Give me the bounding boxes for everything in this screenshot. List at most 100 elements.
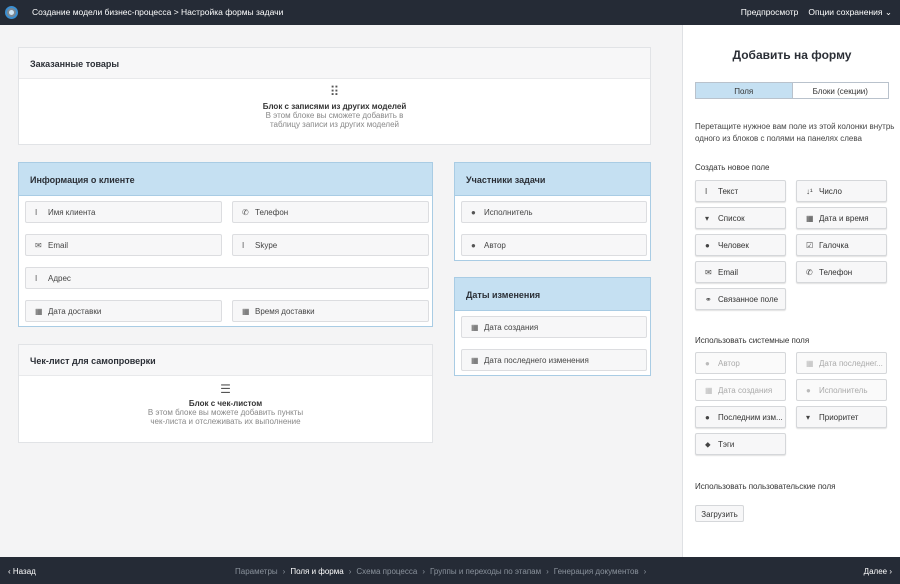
button-label: Текст: [718, 187, 739, 196]
field-label: Исполнитель: [484, 208, 533, 217]
field-created-date[interactable]: ▦ Дата создания: [461, 316, 647, 338]
button-label: Email: [718, 268, 739, 277]
field-assignee[interactable]: ● Исполнитель: [461, 201, 647, 223]
wizard-steps: Параметры › Поля и форма › Схема процесса ›…: [235, 567, 651, 576]
calendar-icon: ▦: [471, 356, 479, 365]
button-label: Исполнитель: [819, 386, 868, 395]
chevron-right-icon: ›: [643, 567, 647, 576]
calendar-icon: ▦: [806, 214, 814, 223]
system-field-last-modified-date: ▦ Дата последнег...: [796, 352, 887, 374]
field-label: Дата доставки: [48, 307, 102, 316]
button-label: Список: [718, 214, 745, 223]
field-skype[interactable]: Ι Skype: [232, 234, 429, 256]
block-desc: таблицу записи из других моделей: [269, 120, 399, 129]
button-label: Связанное поле: [718, 295, 779, 304]
text-cursor-icon: Ι: [705, 187, 708, 196]
step-parameters[interactable]: Параметры: [235, 567, 278, 576]
checkbox-icon: ☑: [806, 241, 814, 250]
field-delivery-time[interactable]: ▦ Время доставки: [232, 300, 429, 322]
calendar-icon: ▦: [35, 307, 43, 316]
chevron-down-icon: ⌄: [884, 7, 892, 17]
app-logo-icon[interactable]: [5, 6, 18, 19]
button-label: Дата создания: [718, 386, 773, 395]
button-label: Человек: [718, 241, 749, 250]
load-button[interactable]: Загрузить: [695, 505, 744, 522]
tab-blocks[interactable]: Блоки (секции): [793, 83, 889, 98]
list-icon: ☰: [220, 382, 231, 396]
back-label: Назад: [12, 567, 36, 576]
button-label: Галочка: [819, 241, 849, 250]
panel-title: Чек-лист для самопроверки: [19, 345, 432, 376]
button-label: Дата и время: [819, 214, 869, 223]
system-field-priority[interactable]: ▾ Приоритет: [796, 406, 887, 428]
button-label: Телефон: [819, 268, 853, 277]
field-address[interactable]: Ι Адрес: [25, 267, 429, 289]
chevron-left-icon: ‹: [8, 567, 11, 576]
add-phone-field-button[interactable]: ✆ Телефон: [796, 261, 887, 283]
add-number-field-button[interactable]: ↓¹ Число: [796, 180, 887, 202]
back-button[interactable]: ‹ Назад: [8, 567, 36, 576]
button-label: Последним изм...: [718, 413, 783, 422]
button-label: Тэги: [718, 440, 735, 449]
step-fields-and-form[interactable]: Поля и форма: [290, 567, 343, 576]
field-modified-date[interactable]: ▦ Дата последнего изменения: [461, 349, 647, 371]
add-checkbox-field-button[interactable]: ☑ Галочка: [796, 234, 887, 256]
tab-fields[interactable]: Поля: [696, 83, 793, 98]
calendar-icon: ▦: [806, 359, 814, 368]
add-text-field-button[interactable]: Ι Текст: [695, 180, 786, 202]
panel-title: Даты изменения: [455, 278, 650, 311]
panel-ordered-goods[interactable]: Заказанные товары ⠿ Блок с записями из д…: [18, 47, 651, 145]
add-list-field-button[interactable]: ▾ Список: [695, 207, 786, 229]
create-field-label: Создать новое поле: [695, 163, 770, 172]
step-document-generation[interactable]: Генерация документов: [554, 567, 639, 576]
system-field-tags[interactable]: ⬥ Тэги: [695, 433, 786, 455]
grid-icon: ⠿: [329, 84, 340, 99]
field-author[interactable]: ● Автор: [461, 234, 647, 256]
breadcrumb: Создание модели бизнес-процесса > Настро…: [32, 7, 284, 17]
step-process-scheme[interactable]: Схема процесса: [356, 567, 417, 576]
button-label: Дата последнег...: [819, 359, 883, 368]
field-client-name[interactable]: Ι Имя клиента: [25, 201, 222, 223]
add-to-form-panel: Добавить на форму Поля Блоки (секции) Пе…: [682, 25, 900, 557]
person-icon: ●: [705, 359, 710, 368]
system-fields-label: Использовать системные поля: [695, 336, 810, 345]
custom-fields-label: Использовать пользовательские поля: [695, 482, 836, 491]
panel-title: Заказанные товары: [19, 48, 650, 79]
field-label: Адрес: [48, 274, 71, 283]
form-canvas: Заказанные товары ⠿ Блок с записями из д…: [0, 25, 682, 557]
text-cursor-icon: Ι: [242, 241, 245, 250]
calendar-icon: ▦: [705, 386, 713, 395]
calendar-icon: ▦: [471, 323, 479, 332]
button-label: Автор: [718, 359, 740, 368]
calendar-icon: ▦: [242, 307, 250, 316]
block-desc: чек-листа и отслеживать их выполнение: [150, 417, 301, 426]
step-groups-transitions[interactable]: Группы и переходы по этапам: [430, 567, 541, 576]
field-email[interactable]: ✉ Email: [25, 234, 222, 256]
save-options-label: Опции сохранения: [808, 7, 883, 17]
link-icon: ⚭: [705, 295, 712, 304]
person-icon: ●: [471, 208, 476, 217]
add-email-field-button[interactable]: ✉ Email: [695, 261, 786, 283]
system-field-last-modified-by[interactable]: ● Последним изм...: [695, 406, 786, 428]
tag-icon: ⬥: [705, 440, 711, 449]
preview-button[interactable]: Предпросмотр: [741, 7, 799, 18]
field-phone[interactable]: ✆ Телефон: [232, 201, 429, 223]
panel-checklist[interactable]: Чек-лист для самопроверки ☰ Блок с чек-л…: [18, 344, 433, 443]
top-bar: Создание модели бизнес-процесса > Настро…: [0, 0, 900, 25]
field-label: Автор: [484, 241, 506, 250]
text-cursor-icon: Ι: [35, 208, 38, 217]
person-icon: ●: [471, 241, 476, 250]
button-label: Приоритет: [819, 413, 859, 422]
caret-down-icon: ▾: [705, 214, 710, 223]
field-label: Телефон: [255, 208, 289, 217]
add-datetime-field-button[interactable]: ▦ Дата и время: [796, 207, 887, 229]
envelope-icon: ✉: [35, 241, 42, 250]
system-field-assignee: ● Исполнитель: [796, 379, 887, 401]
save-options-button[interactable]: Опции сохранения ⌄: [808, 7, 892, 18]
add-linked-field-button[interactable]: ⚭ Связанное поле: [695, 288, 786, 310]
add-person-field-button[interactable]: ● Человек: [695, 234, 786, 256]
panel-title: Информация о клиенте: [19, 163, 432, 196]
next-button[interactable]: Далее ›: [864, 567, 892, 576]
field-delivery-date[interactable]: ▦ Дата доставки: [25, 300, 222, 322]
chevron-right-icon: ›: [282, 567, 286, 576]
